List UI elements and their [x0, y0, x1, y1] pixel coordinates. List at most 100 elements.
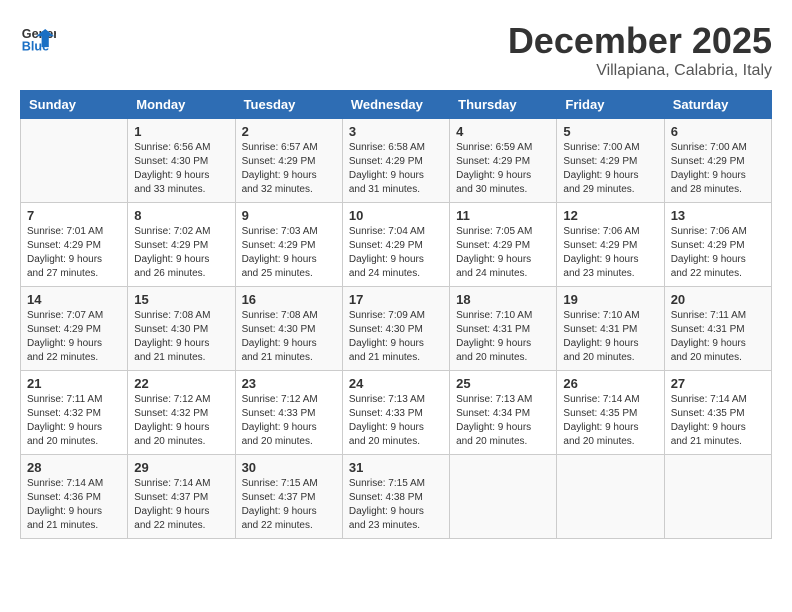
month-title: December 2025	[508, 20, 772, 62]
day-cell: 17Sunrise: 7:09 AM Sunset: 4:30 PM Dayli…	[342, 287, 449, 371]
day-cell: 29 Sunrise: 7:14 AM Sunset: 4:37 PM Dayli…	[128, 455, 235, 539]
day-cell	[664, 455, 771, 539]
day-number: 4	[456, 124, 550, 139]
day-number: 12	[563, 208, 657, 223]
day-cell: 16 Sunrise: 7:08 AM Sunset: 4:30 PM Dayli…	[235, 287, 342, 371]
day-cell: 25 Sunrise: 7:13 AM Sunset: 4:34 PM Dayli…	[450, 371, 557, 455]
day-number: 31	[349, 460, 443, 475]
day-number: 24	[349, 376, 443, 391]
day-cell: 19 Sunrise: 7:10 AM Sunset: 4:31 PM Dayli…	[557, 287, 664, 371]
day-info: Sunrise: 7:04 AM Sunset: 4:29 PM Dayligh…	[349, 225, 443, 281]
calendar-table: SundayMondayTuesdayWednesdayThursdayFrid…	[20, 90, 772, 539]
day-cell: 14 Sunrise: 7:07 AM Sunset: 4:29 PM Dayli…	[21, 287, 128, 371]
day-info: Sunrise: 7:10 AM Sunset: 4:31 PM Dayligh…	[563, 309, 657, 365]
day-number: 25	[456, 376, 550, 391]
day-info: Sunrise: 6:57 AM Sunset: 4:29 PM Dayligh…	[242, 141, 336, 197]
day-number: 7	[27, 208, 121, 223]
day-number: 10	[349, 208, 443, 223]
day-info: Sunrise: 7:12 AM Sunset: 4:33 PM Dayligh…	[242, 393, 336, 449]
day-info: Sunrise: 7:05 AM Sunset: 4:29 PM Dayligh…	[456, 225, 550, 281]
day-number: 11	[456, 208, 550, 223]
day-cell	[21, 119, 128, 203]
day-info: Sunrise: 7:00 AM Sunset: 4:29 PM Dayligh…	[563, 141, 657, 197]
day-info: Sunrise: 7:13 AM Sunset: 4:33 PM Dayligh…	[349, 393, 443, 449]
day-info: Sunrise: 7:14 AM Sunset: 4:36 PM Dayligh…	[27, 477, 121, 533]
day-cell: 2 Sunrise: 6:57 AM Sunset: 4:29 PM Daylig…	[235, 119, 342, 203]
day-info: Sunrise: 7:15 AM Sunset: 4:37 PM Dayligh…	[242, 477, 336, 533]
title-block: December 2025 Villapiana, Calabria, Ital…	[508, 20, 772, 80]
week-row-5: 28 Sunrise: 7:14 AM Sunset: 4:36 PM Dayli…	[21, 455, 772, 539]
logo: General Blue	[20, 20, 56, 56]
day-number: 8	[134, 208, 228, 223]
logo-icon: General Blue	[20, 20, 56, 56]
day-info: Sunrise: 7:00 AM Sunset: 4:29 PM Dayligh…	[671, 141, 765, 197]
day-number: 18	[456, 292, 550, 307]
day-number: 29	[134, 460, 228, 475]
day-cell: 11 Sunrise: 7:05 AM Sunset: 4:29 PM Dayli…	[450, 203, 557, 287]
day-cell: 15 Sunrise: 7:08 AM Sunset: 4:30 PM Dayli…	[128, 287, 235, 371]
week-row-4: 21 Sunrise: 7:11 AM Sunset: 4:32 PM Dayli…	[21, 371, 772, 455]
day-cell: 6 Sunrise: 7:00 AM Sunset: 4:29 PM Daylig…	[664, 119, 771, 203]
day-cell: 22 Sunrise: 7:12 AM Sunset: 4:32 PM Dayli…	[128, 371, 235, 455]
day-cell: 26Sunrise: 7:14 AM Sunset: 4:35 PM Dayli…	[557, 371, 664, 455]
day-number: 9	[242, 208, 336, 223]
day-cell: 31 Sunrise: 7:15 AM Sunset: 4:38 PM Dayli…	[342, 455, 449, 539]
day-cell: 18 Sunrise: 7:10 AM Sunset: 4:31 PM Dayli…	[450, 287, 557, 371]
day-info: Sunrise: 7:07 AM Sunset: 4:29 PM Dayligh…	[27, 309, 121, 365]
day-number: 2	[242, 124, 336, 139]
day-info: Sunrise: 7:01 AM Sunset: 4:29 PM Dayligh…	[27, 225, 121, 281]
day-number: 30	[242, 460, 336, 475]
day-number: 23	[242, 376, 336, 391]
day-cell: 28 Sunrise: 7:14 AM Sunset: 4:36 PM Dayli…	[21, 455, 128, 539]
day-cell: 23 Sunrise: 7:12 AM Sunset: 4:33 PM Dayli…	[235, 371, 342, 455]
day-number: 22	[134, 376, 228, 391]
day-info: Sunrise: 7:10 AM Sunset: 4:31 PM Dayligh…	[456, 309, 550, 365]
col-header-tuesday: Tuesday	[235, 91, 342, 119]
day-cell: 8 Sunrise: 7:02 AM Sunset: 4:29 PM Daylig…	[128, 203, 235, 287]
day-number: 13	[671, 208, 765, 223]
day-number: 19	[563, 292, 657, 307]
col-header-sunday: Sunday	[21, 91, 128, 119]
week-row-2: 7 Sunrise: 7:01 AM Sunset: 4:29 PM Daylig…	[21, 203, 772, 287]
day-number: 16	[242, 292, 336, 307]
day-cell	[450, 455, 557, 539]
day-cell	[557, 455, 664, 539]
day-number: 28	[27, 460, 121, 475]
day-number: 5	[563, 124, 657, 139]
day-info: Sunrise: 7:08 AM Sunset: 4:30 PM Dayligh…	[242, 309, 336, 365]
day-info: Sunrise: 7:14 AM Sunset: 4:37 PM Dayligh…	[134, 477, 228, 533]
day-info: Sunrise: 7:02 AM Sunset: 4:29 PM Dayligh…	[134, 225, 228, 281]
day-info: Sunrise: 7:08 AM Sunset: 4:30 PM Dayligh…	[134, 309, 228, 365]
day-number: 27	[671, 376, 765, 391]
day-info: Sunrise: 7:13 AM Sunset: 4:34 PM Dayligh…	[456, 393, 550, 449]
col-header-friday: Friday	[557, 91, 664, 119]
day-cell: 9 Sunrise: 7:03 AM Sunset: 4:29 PM Daylig…	[235, 203, 342, 287]
day-info: Sunrise: 7:06 AM Sunset: 4:29 PM Dayligh…	[671, 225, 765, 281]
day-cell: 10 Sunrise: 7:04 AM Sunset: 4:29 PM Dayli…	[342, 203, 449, 287]
day-number: 21	[27, 376, 121, 391]
day-cell: 1Sunrise: 6:56 AM Sunset: 4:30 PM Daylig…	[128, 119, 235, 203]
day-cell: 12 Sunrise: 7:06 AM Sunset: 4:29 PM Dayli…	[557, 203, 664, 287]
day-info: Sunrise: 6:59 AM Sunset: 4:29 PM Dayligh…	[456, 141, 550, 197]
day-number: 1	[134, 124, 228, 139]
col-header-saturday: Saturday	[664, 91, 771, 119]
day-cell: 13 Sunrise: 7:06 AM Sunset: 4:29 PM Dayli…	[664, 203, 771, 287]
day-info: Sunrise: 7:11 AM Sunset: 4:31 PM Dayligh…	[671, 309, 765, 365]
day-cell: 5 Sunrise: 7:00 AM Sunset: 4:29 PM Daylig…	[557, 119, 664, 203]
week-row-1: 1Sunrise: 6:56 AM Sunset: 4:30 PM Daylig…	[21, 119, 772, 203]
page-header: General Blue December 2025 Villapiana, C…	[20, 20, 772, 80]
day-info: Sunrise: 7:12 AM Sunset: 4:32 PM Dayligh…	[134, 393, 228, 449]
day-info: Sunrise: 7:15 AM Sunset: 4:38 PM Dayligh…	[349, 477, 443, 533]
day-info: Sunrise: 7:11 AM Sunset: 4:32 PM Dayligh…	[27, 393, 121, 449]
day-info: Sunrise: 7:06 AM Sunset: 4:29 PM Dayligh…	[563, 225, 657, 281]
day-cell: 20 Sunrise: 7:11 AM Sunset: 4:31 PM Dayli…	[664, 287, 771, 371]
day-number: 6	[671, 124, 765, 139]
day-number: 20	[671, 292, 765, 307]
week-row-3: 14 Sunrise: 7:07 AM Sunset: 4:29 PM Dayli…	[21, 287, 772, 371]
day-number: 17	[349, 292, 443, 307]
day-number: 14	[27, 292, 121, 307]
day-number: 15	[134, 292, 228, 307]
day-info: Sunrise: 7:03 AM Sunset: 4:29 PM Dayligh…	[242, 225, 336, 281]
location-subtitle: Villapiana, Calabria, Italy	[508, 62, 772, 80]
col-header-monday: Monday	[128, 91, 235, 119]
